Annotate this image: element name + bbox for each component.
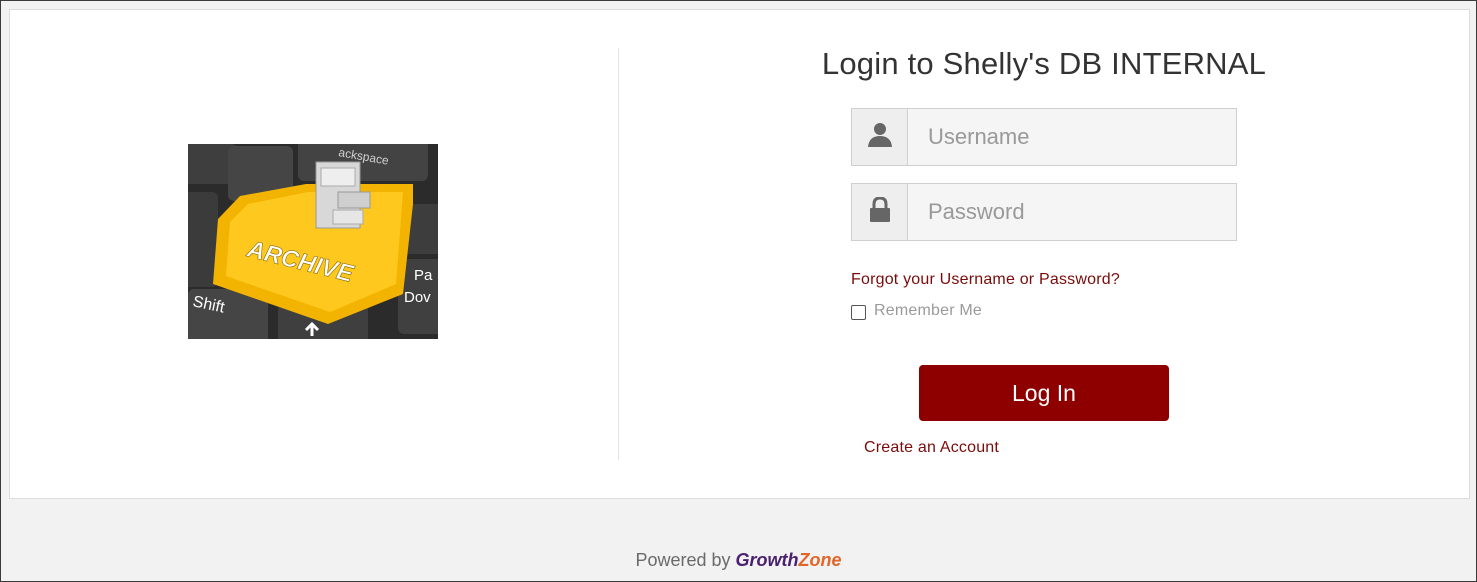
login-button[interactable]: Log In bbox=[919, 365, 1169, 421]
growthzone-brand[interactable]: GrowthZone bbox=[736, 550, 842, 570]
footer: Powered by GrowthZone bbox=[0, 550, 1477, 571]
remember-me[interactable]: Remember Me bbox=[851, 302, 982, 320]
archive-logo-image: ARCHIVE ackspace Shift Pa Dov bbox=[188, 144, 438, 339]
password-input[interactable] bbox=[908, 184, 1236, 240]
username-group bbox=[851, 108, 1237, 166]
page-title: Login to Shelly's DB INTERNAL bbox=[821, 46, 1267, 81]
create-account-link[interactable]: Create an Account bbox=[864, 439, 999, 457]
forgot-credentials-link[interactable]: Forgot your Username or Password? bbox=[851, 271, 1120, 289]
username-input[interactable] bbox=[908, 109, 1236, 165]
lock-icon bbox=[852, 184, 908, 240]
login-card: ARCHIVE ackspace Shift Pa Dov Login to S… bbox=[9, 9, 1470, 499]
remember-me-label: Remember Me bbox=[874, 302, 983, 319]
user-icon bbox=[852, 109, 908, 165]
password-group bbox=[851, 183, 1237, 241]
page-key-label: Pa bbox=[414, 267, 433, 284]
brand-zone: Zone bbox=[798, 550, 842, 570]
powered-by-text: Powered by bbox=[635, 550, 731, 570]
brand-growth: Growth bbox=[735, 550, 799, 570]
remember-me-checkbox[interactable] bbox=[851, 305, 866, 320]
vertical-divider bbox=[618, 48, 619, 460]
down-key-label: Dov bbox=[404, 289, 431, 306]
